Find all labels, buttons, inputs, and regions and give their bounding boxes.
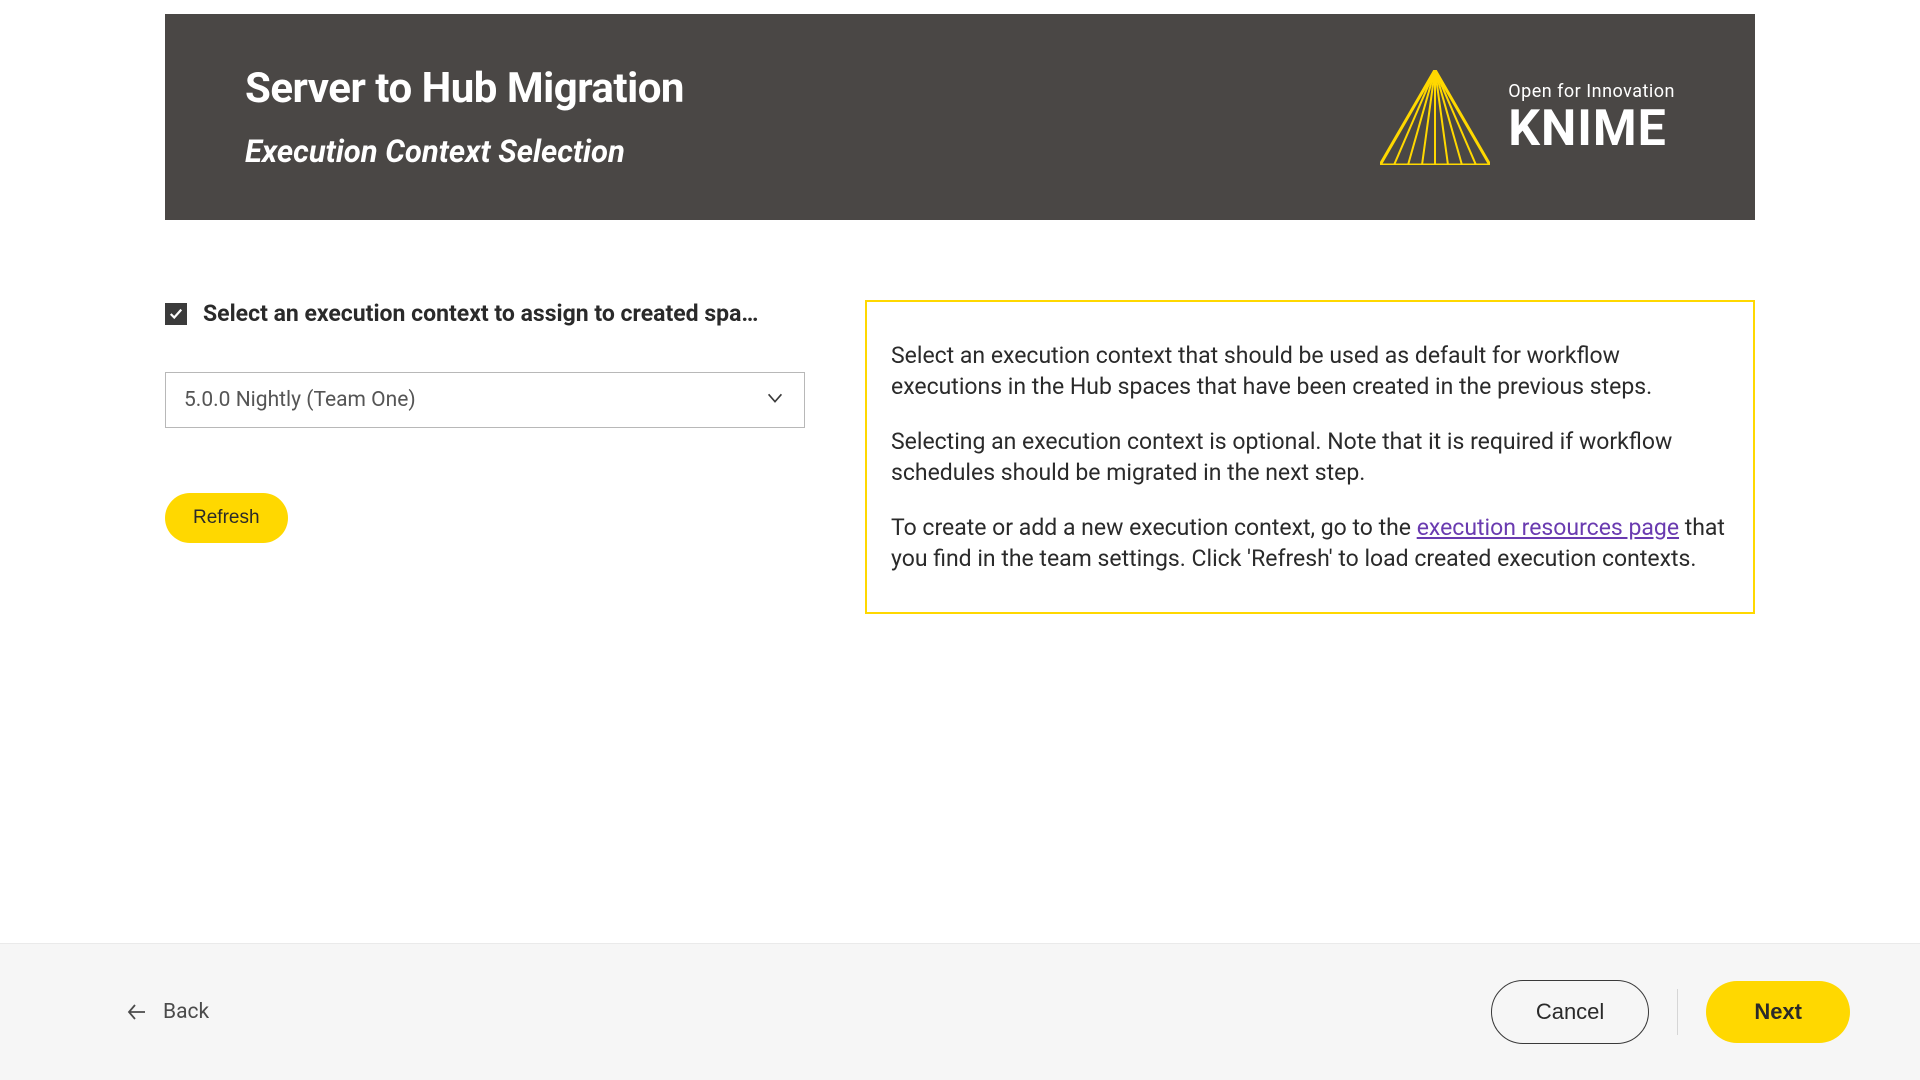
info-paragraph-2: Selecting an execution context is option… (891, 426, 1729, 488)
footer-bar: Back Cancel Next (0, 943, 1920, 1080)
select-value: 5.0.0 Nightly (Team One) (184, 388, 416, 412)
page-subtitle: Execution Context Selection (245, 133, 684, 170)
arrow-left-icon (125, 1000, 149, 1024)
assign-context-checkbox[interactable] (165, 303, 187, 325)
logo-tagline: Open for Innovation (1508, 81, 1675, 102)
info-paragraph-3: To create or add a new execution context… (891, 512, 1729, 574)
back-label: Back (163, 1000, 209, 1024)
button-divider (1677, 989, 1678, 1035)
page-title: Server to Hub Migration (245, 64, 684, 113)
assign-context-label: Select an execution context to assign to… (203, 300, 758, 327)
knime-triangle-icon (1380, 70, 1490, 165)
back-button[interactable]: Back (125, 1000, 209, 1024)
logo-name: KNIME (1508, 104, 1675, 154)
checkmark-icon (169, 307, 183, 321)
info-panel: Select an execution context that should … (865, 300, 1755, 614)
execution-context-select[interactable]: 5.0.0 Nightly (Team One) (165, 372, 805, 428)
execution-resources-link[interactable]: execution resources page (1417, 514, 1679, 541)
brand-logo: Open for Innovation KNIME (1380, 70, 1675, 165)
info-p3-prefix: To create or add a new execution context… (891, 514, 1417, 541)
refresh-button[interactable]: Refresh (165, 493, 288, 543)
next-button[interactable]: Next (1706, 981, 1850, 1043)
cancel-button[interactable]: Cancel (1491, 980, 1649, 1044)
header-banner: Server to Hub Migration Execution Contex… (165, 14, 1755, 220)
info-paragraph-1: Select an execution context that should … (891, 340, 1729, 402)
chevron-down-icon (764, 387, 786, 413)
